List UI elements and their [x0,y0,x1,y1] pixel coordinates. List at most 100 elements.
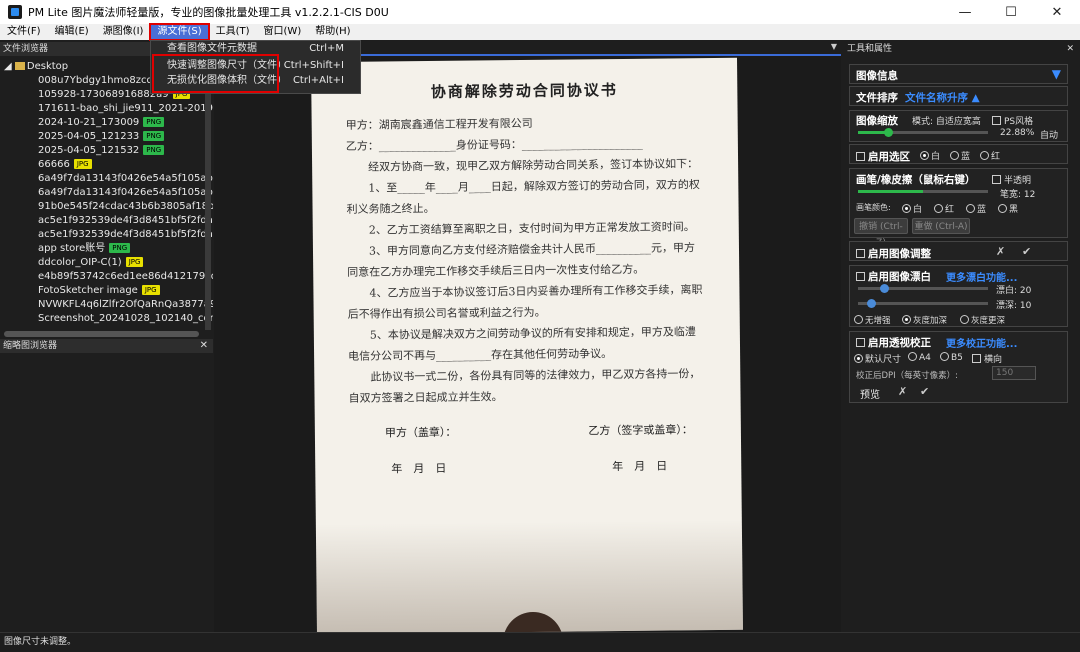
pen-color-white[interactable]: 白 [902,202,922,215]
file-item[interactable]: 6a49f7da13143f0426e54a5f105ab655 [0,186,213,200]
chevron-down-icon[interactable]: ▼ [831,42,837,51]
radio-label: 白 [931,152,941,162]
file-item[interactable]: e4b89f53742c6ed1ee86d412179cdfe [0,270,213,284]
menu-source-image[interactable]: 源图像(I) [96,24,151,40]
document-title: 协商解除劳动合同协议书 [430,81,618,101]
file-item[interactable]: Screenshot_20241028_102140_com.s [0,312,213,326]
title-bar: PM Lite 图片魔法师轻量版，专业的图像批量处理工具 v1.2.2.1-CI… [0,0,1080,24]
selection-white-radio[interactable]: 白 [920,149,940,162]
cancel-icon[interactable]: ✗ [996,245,1005,258]
ps-style-checkbox[interactable]: PS风格 [992,114,1033,127]
file-type-badge: PNG [143,145,165,155]
collapse-arrow-icon[interactable]: ▼ [1052,67,1061,81]
sort-label: 文件排序 [856,92,898,104]
file-type-badge: PNG [143,117,165,127]
selection-red-radio[interactable]: 红 [980,149,1000,162]
folder-icon [14,62,25,70]
file-item[interactable]: ddcolor_OIP-C(1) JPG [0,256,213,270]
deepen-slider[interactable] [858,299,988,308]
maximize-button[interactable]: ☐ [988,0,1034,24]
menu-file[interactable]: 文件(F) [0,24,48,40]
undo-button[interactable]: 撤销 (Ctrl-Z) [854,218,908,248]
file-item[interactable]: 171611-bao_shi_jie911_2021-2019nia [0,102,213,116]
image-info-section[interactable]: 图像信息 ▼ [849,64,1068,84]
file-name: 2024-10-21_173009 [38,117,140,128]
enhance-gray-deeper-radio[interactable]: 灰度更深 [960,314,1005,326]
enhance-gray-deep-radio[interactable]: 灰度加深 [902,314,947,326]
radio-label: 白 [913,205,923,215]
document-paragraph: 3、甲方同意向乙方支付经济赔偿金共计人民币__________元，甲方同意在乙方… [347,241,696,279]
file-item[interactable]: app store账号 PNG [0,242,213,256]
file-name: 2025-04-05_121233 [38,131,140,142]
perspective-section: 启用透视校正 更多校正功能... 默认尺寸 A4 B5 横向 校正后DPI（每英… [849,331,1068,403]
enable-selection-checkbox[interactable]: 启用选区 [856,149,910,164]
menu-item-shortcut: Ctrl+M [309,43,344,54]
adjust-section: 启用图像调整 ✗ ✔ [849,241,1068,261]
menu-edit[interactable]: 编辑(E) [48,24,96,40]
minimize-button[interactable]: — [942,0,988,24]
selection-blue-radio[interactable]: 蓝 [950,149,970,162]
close-icon[interactable]: ✕ [200,339,208,353]
size-a4-radio[interactable]: A4 [908,352,931,363]
menu-tools[interactable]: 工具(T) [209,24,257,40]
zoom-auto-button[interactable]: 自动 [1040,128,1058,141]
vertical-scrollbar[interactable] [205,60,211,330]
dpi-input[interactable]: 150 [992,366,1036,380]
status-text: 图像尺寸未调整。 [4,637,77,647]
semi-transparent-checkbox[interactable]: 半透明 [992,173,1031,186]
bleach-slider[interactable] [858,284,988,293]
semi-label: 半透明 [1004,176,1032,186]
radio-label: 蓝 [977,205,987,215]
expand-icon[interactable]: ◢ [4,61,15,72]
cancel-icon[interactable]: ✗ [898,385,907,398]
menu-help[interactable]: 帮助(H) [308,24,357,40]
radio-label: 红 [991,152,1001,162]
file-item[interactable]: FotoSketcher image JPG [0,284,213,298]
redo-button[interactable]: 重做 (Ctrl-A) [912,218,970,234]
enable-adjust-checkbox[interactable]: 启用图像调整 [856,246,931,261]
window-title: PM Lite 图片魔法师轻量版，专业的图像批量处理工具 v1.2.2.1-CI… [28,6,389,19]
pen-color-blue[interactable]: 蓝 [966,202,986,215]
tree-root-label: Desktop [26,61,69,72]
more-whiten-link[interactable]: 更多漂白功能... [946,269,1017,284]
size-default-radio[interactable]: 默认尺寸 [854,352,901,365]
zoom-mode[interactable]: 模式: 自适应宽高 [912,114,981,127]
radio-label: 默认尺寸 [865,355,902,365]
file-item[interactable]: NVWKFL4q6lZlfr2OfQaRnQa3877a9c2 [0,298,213,312]
confirm-icon[interactable]: ✔ [1022,245,1031,258]
size-b5-radio[interactable]: B5 [940,352,963,363]
enhance-none-radio[interactable]: 无增强 [854,314,891,326]
thumbnail-browser-title: 缩略图浏览器 [3,341,58,351]
enable-perspective-checkbox[interactable]: 启用透视校正 [856,335,931,350]
pen-section: 画笔/橡皮擦（鼠标右键） 半透明 笔宽: 12 画笔颜色: 白 红 蓝 黑 撤销… [849,168,1068,248]
radio-label: 无增强 [865,316,891,326]
file-item[interactable]: 91b0e545f24cdac43b6b3805af18bdd [0,200,213,214]
file-item[interactable]: 2024-10-21_173009 PNG [0,116,213,130]
zoom-slider[interactable] [858,128,988,137]
menu-source-file[interactable]: 源文件(S) [149,23,210,41]
pen-color-red[interactable]: 红 [934,202,954,215]
close-icon[interactable]: ✕ [1066,42,1074,56]
landscape-checkbox[interactable]: 横向 [972,352,1002,365]
pen-width-slider[interactable] [858,190,988,193]
horizontal-scrollbar[interactable] [4,331,199,337]
file-item[interactable]: 2025-04-05_121233 PNG [0,130,213,144]
file-item[interactable]: 2025-04-05_121532 PNG [0,144,213,158]
highlight-box [152,54,279,93]
party-b-sign: 乙方（签字或盖章）： [588,423,693,438]
preview-button[interactable]: 预览 [860,386,880,401]
close-button[interactable]: ✕ [1034,0,1080,24]
more-perspective-link[interactable]: 更多校正功能... [946,335,1017,350]
file-item[interactable]: 6a49f7da13143f0426e54a5f105ab655 [0,172,213,186]
enable-whiten-checkbox[interactable]: 启用图像漂白 [856,269,931,284]
pen-color-black[interactable]: 黑 [998,202,1018,215]
menu-window[interactable]: 窗口(W) [257,24,309,40]
radio-label: B5 [951,353,963,363]
file-name: 6a49f7da13143f0426e54a5f105ab655 [38,187,213,198]
sort-order-toggle[interactable]: 文件名称升序 ▲ [905,90,980,105]
file-item[interactable]: 66666 JPG [0,158,213,172]
confirm-icon[interactable]: ✔ [920,385,929,398]
file-item[interactable]: ac5e1f932539de4f3d8451bf5f2fda51_ [0,214,213,228]
file-item[interactable]: ac5e1f932539de4f3d8451bf5f2fda51 [0,228,213,242]
tools-panel-title: 工具和属性 [847,44,893,54]
